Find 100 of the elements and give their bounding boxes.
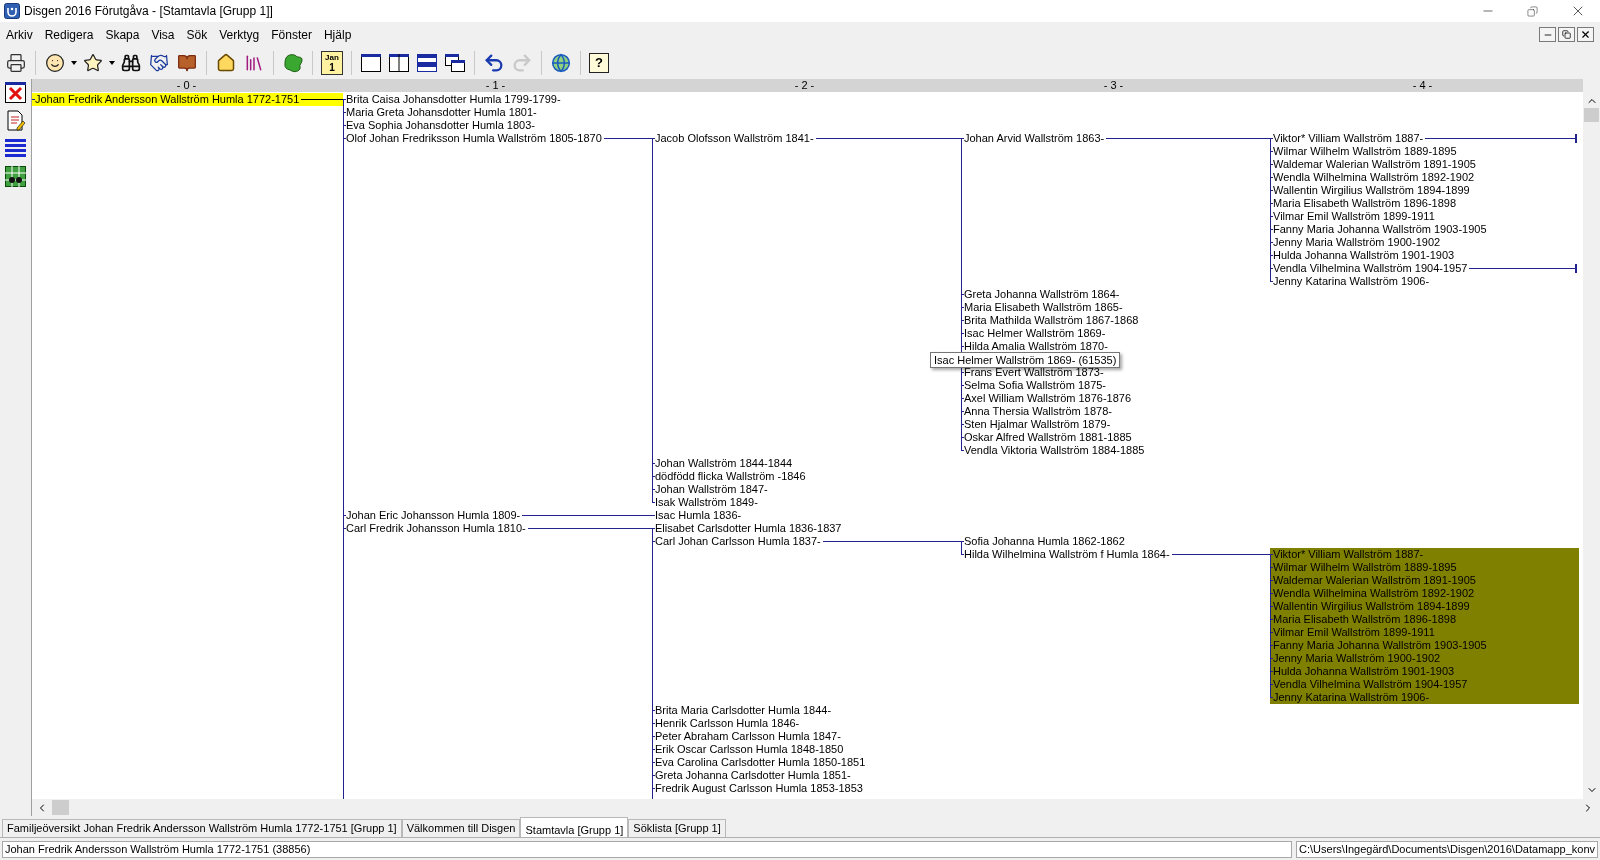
person-name[interactable]: Greta Johanna Carlsdotter Humla 1851- — [655, 769, 851, 782]
menu-item[interactable]: Skapa — [99, 25, 146, 44]
person-name[interactable]: Peter Abraham Carlsson Humla 1847- — [655, 730, 841, 743]
menu-item[interactable]: Hjälp — [317, 25, 358, 44]
person-name[interactable]: Sofia Johanna Humla 1862-1862 — [964, 535, 1125, 548]
connector-tick — [961, 398, 964, 399]
person-name[interactable]: Hulda Johanna Wallström 1901-1903 — [1273, 249, 1455, 262]
person-name[interactable]: Greta Johanna Wallström 1864- — [964, 288, 1120, 301]
person-name[interactable]: Jenny Katarina Wallström 1906- — [1273, 275, 1430, 288]
person-name[interactable]: Johan Wallström 1847- — [655, 483, 768, 496]
columns-icon — [389, 54, 409, 72]
tab[interactable]: Familjeöversikt Johan Fredrik Andersson Wallström Humla 1772-1751 [Grupp 1] — [2, 819, 402, 837]
minimize-button[interactable] — [1539, 27, 1556, 42]
person-name[interactable]: Carl Fredrik Johansson Humla 1810- — [346, 522, 526, 535]
restore-button[interactable] — [1558, 27, 1575, 42]
connector-tick — [1270, 164, 1273, 165]
person-name[interactable]: Carl Johan Carlsson Humla 1837- — [655, 535, 821, 548]
person-name[interactable]: Eva Carolina Carlsdotter Humla 1850-1851 — [655, 756, 866, 769]
person-name[interactable]: Isac Helmer Wallström 1869- — [964, 327, 1106, 340]
person-name[interactable]: Hilda Amalia Wallström 1870- — [964, 340, 1108, 353]
document-edit-icon[interactable] — [5, 110, 26, 131]
person-name[interactable]: Wendla Wilhelmina Wallström 1892-1902 — [1273, 587, 1475, 600]
scroll-thumb[interactable] — [1584, 108, 1599, 122]
person-name[interactable]: Henrik Carlsson Humla 1846- — [655, 717, 800, 730]
person-name[interactable]: Vilmar Emil Wallström 1899-1911 — [1273, 626, 1435, 639]
person-name[interactable]: Jenny Katarina Wallström 1906- — [1273, 691, 1430, 704]
person-name[interactable]: Frans Evert Wallström 1873- — [964, 366, 1104, 379]
scroll-thumb[interactable] — [52, 800, 69, 815]
close-button[interactable] — [1577, 27, 1594, 42]
person-name[interactable]: Axel William Wallström 1876-1876 — [964, 392, 1132, 405]
connector-tick — [961, 411, 964, 412]
person-name[interactable]: Hilda Wilhelmina Wallström f Humla 1864- — [964, 548, 1170, 561]
person-name[interactable]: Wallentin Wirgilius Wallström 1894-1899 — [1273, 184, 1470, 197]
person-name[interactable]: Brita Caisa Johansdotter Humla 1799-1799- — [346, 93, 561, 106]
person-name[interactable]: Fredrik August Carlsson Humla 1853-1853 — [655, 782, 863, 795]
tab[interactable]: Välkommen till Disgen — [401, 819, 521, 837]
person-name[interactable]: Oskar Alfred Wallström 1881-1885 — [964, 431, 1132, 444]
person-name[interactable]: Anna Thersia Wallström 1878- — [964, 405, 1112, 418]
person-name[interactable]: Vilmar Emil Wallström 1899-1911 — [1273, 210, 1435, 223]
tab[interactable]: Söklista [Grupp 1] — [628, 819, 726, 837]
connector-tick — [652, 502, 655, 503]
grid-search-icon[interactable] — [5, 166, 26, 187]
connector-tick — [961, 333, 964, 334]
person-name[interactable]: Eva Sophia Johansdotter Humla 1803- — [346, 119, 535, 132]
connector-tick — [652, 476, 655, 477]
person-name[interactable]: Vendla Viktoria Wallström 1884-1885 — [964, 444, 1145, 457]
connector-tick — [1270, 138, 1273, 139]
person-name[interactable]: Fanny Maria Johanna Wallström 1903-1905 — [1273, 639, 1487, 652]
person-name[interactable]: Viktor* Villiam Wallström 1887- — [1273, 132, 1424, 145]
person-name[interactable]: Maria Elisabeth Wallström 1896-1898 — [1273, 197, 1456, 210]
person-name[interactable]: Brita Maria Carlsdotter Humla 1844- — [655, 704, 832, 717]
person-name[interactable]: Hulda Johanna Wallström 1901-1903 — [1273, 665, 1455, 678]
column-header: - 3 - — [1103, 79, 1124, 92]
caret-icon[interactable] — [71, 61, 77, 65]
person-name[interactable]: Wilmar Wilhelm Wallström 1889-1895 — [1273, 145, 1457, 158]
person-name[interactable]: Maria Greta Johansdotter Humla 1801- — [346, 106, 537, 119]
tab[interactable]: Stamtavla [Grupp 1] — [520, 817, 629, 837]
person-name[interactable]: Waldemar Walerian Wallström 1891-1905 — [1273, 158, 1476, 171]
restore-icon — [1562, 30, 1571, 39]
person-name[interactable]: Vendla Vilhelmina Wallström 1904-1957 — [1273, 678, 1468, 691]
menu-item[interactable]: Redigera — [38, 25, 100, 44]
person-name[interactable]: Johan Arvid Wallström 1863- — [964, 132, 1105, 145]
connector-tick — [1270, 684, 1273, 685]
tooltip: Isac Helmer Wallström 1869- (61535) — [930, 352, 1121, 368]
person-name[interactable]: Waldemar Walerian Wallström 1891-1905 — [1273, 574, 1476, 587]
menu-item[interactable]: Sök — [180, 25, 214, 44]
menu-item[interactable]: Verktyg — [213, 25, 266, 44]
person-name[interactable]: Viktor* Villiam Wallström 1887- — [1273, 548, 1424, 561]
caret-icon[interactable] — [109, 61, 115, 65]
person-name[interactable]: Johan Eric Johansson Humla 1809- — [346, 509, 521, 522]
menu-item[interactable]: Fönster — [265, 25, 318, 44]
person-name[interactable]: Olof Johan Fredriksson Humla Wallström 1805-1870 — [346, 132, 602, 145]
person-name[interactable]: Erik Oscar Carlsson Humla 1848-1850 — [655, 743, 844, 756]
delete-icon[interactable] — [5, 82, 26, 103]
connector-tick — [961, 346, 964, 347]
person-name[interactable]: Johan Fredrik Andersson Wallström Humla 1772-1751 — [35, 93, 300, 106]
menu-item[interactable]: Arkiv — [0, 25, 39, 44]
person-name[interactable]: Elisabet Carlsdotter Humla 1836-1837 — [655, 522, 842, 535]
person-name[interactable]: Wendla Wilhelmina Wallström 1892-1902 — [1273, 171, 1475, 184]
calendar-button[interactable]: Jan 1 — [321, 51, 343, 75]
person-name[interactable]: Maria Elisabeth Wallström 1896-1898 — [1273, 613, 1456, 626]
person-name[interactable]: Johan Wallström 1844-1844 — [655, 457, 793, 470]
person-name[interactable]: Selma Sofia Wallström 1875- — [964, 379, 1107, 392]
person-name[interactable]: Brita Mathilda Wallström 1867-1868 — [964, 314, 1139, 327]
person-name[interactable]: Vendla Vilhelmina Wallström 1904-1957 — [1273, 262, 1468, 275]
list-icon[interactable] — [5, 138, 26, 159]
person-name[interactable]: Jenny Maria Wallström 1900-1902 — [1273, 236, 1441, 249]
person-name[interactable]: Isac Humla 1836- — [655, 509, 742, 522]
person-name[interactable]: Jenny Maria Wallström 1900-1902 — [1273, 652, 1441, 665]
person-name[interactable]: Isak Wallström 1849- — [655, 496, 758, 509]
person-name[interactable]: dödfödd flicka Wallström -1846 — [655, 470, 806, 483]
help-button[interactable]: ? — [589, 53, 609, 73]
person-name[interactable]: Wilmar Wilhelm Wallström 1889-1895 — [1273, 561, 1457, 574]
person-name[interactable]: Fanny Maria Johanna Wallström 1903-1905 — [1273, 223, 1487, 236]
menu-item[interactable]: Visa — [145, 25, 181, 44]
person-name[interactable]: Maria Elisabeth Wallström 1865- — [964, 301, 1123, 314]
person-name[interactable]: Wallentin Wirgilius Wallström 1894-1899 — [1273, 600, 1470, 613]
person-name[interactable]: Sten Hjalmar Wallström 1879- — [964, 418, 1111, 431]
person-name[interactable]: Jacob Olofsson Wallström 1841- — [655, 132, 814, 145]
connector-tick — [1270, 606, 1273, 607]
